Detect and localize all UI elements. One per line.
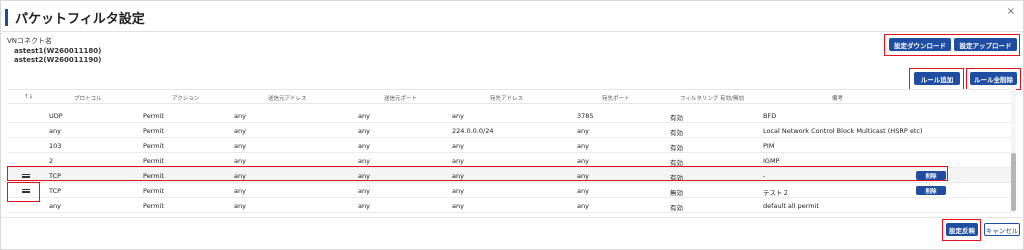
add-rule-button[interactable]: ルール追加 bbox=[914, 72, 960, 85]
cell-src-port: any bbox=[358, 172, 370, 180]
vn-connect-item: astest1(W260011180) bbox=[14, 46, 102, 55]
vn-connect-info: VNコネクト名 astest1(W260011180) astest2(W260… bbox=[7, 37, 101, 66]
header-dst-address: 宛先アドレス bbox=[490, 96, 524, 102]
cell-note: Local Network Control Block Multicast (H… bbox=[763, 127, 923, 135]
table-row: UDP Permit any any any 3785 有効 BFD bbox=[8, 108, 1014, 123]
header-protocol: プロトコル bbox=[74, 96, 102, 102]
title-accent-bar bbox=[5, 8, 8, 26]
header-src-address: 送信元アドレス bbox=[268, 96, 307, 102]
table-scrollbar[interactable] bbox=[1011, 89, 1016, 213]
cell-src-port: any bbox=[358, 202, 370, 210]
cell-filtering: 有効 bbox=[670, 114, 683, 122]
cell-protocol: any bbox=[49, 202, 61, 210]
cell-dst-address: any bbox=[452, 187, 464, 195]
vn-connect-item: astest2(W260011190) bbox=[14, 56, 102, 64]
footer-divider bbox=[1, 217, 1024, 218]
cell-dst-address: any bbox=[452, 157, 464, 165]
table-row[interactable]: TCP Permit any any any any 有効 - 削除 bbox=[8, 168, 1014, 183]
cell-note: default all permit bbox=[763, 202, 819, 210]
cell-src-port: any bbox=[358, 127, 370, 135]
cell-note: IGMP bbox=[763, 157, 780, 165]
cell-action: Permit bbox=[143, 142, 164, 150]
table-row: any Permit any any any any 有効 default al… bbox=[8, 198, 1014, 213]
header-dst-port: 宛先ポート bbox=[602, 96, 630, 102]
header-divider bbox=[1, 31, 1024, 32]
cell-dst-address: any bbox=[452, 112, 464, 120]
cell-note: PIM bbox=[763, 142, 775, 150]
cancel-button[interactable]: キャンセル bbox=[984, 223, 1020, 236]
dialog-header: パケットフィルタ設定 bbox=[5, 8, 145, 27]
table-row: any Permit any any 224.0.0.0/24 any 有効 L… bbox=[8, 123, 1014, 138]
cell-dst-address: 224.0.0.0/24 bbox=[452, 127, 494, 135]
cell-action: Permit bbox=[143, 112, 164, 120]
table-row[interactable]: TCP Permit any any any any 無効 テスト２ 削除 bbox=[8, 183, 1014, 198]
table-row: 2 Permit any any any any 有効 IGMP bbox=[8, 153, 1014, 168]
cell-protocol: 2 bbox=[49, 157, 54, 165]
cell-src-port: any bbox=[358, 187, 370, 195]
cell-src-address: any bbox=[234, 172, 246, 180]
vn-connect-label: VNコネクト名 bbox=[7, 37, 53, 45]
cell-src-port: any bbox=[358, 112, 370, 120]
cell-protocol: any bbox=[49, 127, 61, 135]
cell-dst-address: any bbox=[452, 202, 464, 210]
cell-action: Permit bbox=[143, 187, 164, 195]
drag-handle-icon[interactable] bbox=[22, 174, 30, 178]
cell-filtering: 有効 bbox=[670, 174, 683, 182]
cell-filtering: 有効 bbox=[670, 159, 683, 167]
cell-dst-port: any bbox=[577, 202, 589, 210]
cell-dst-port: any bbox=[577, 172, 589, 180]
dialog-title: パケットフィルタ設定 bbox=[15, 11, 145, 27]
cell-protocol: TCP bbox=[49, 172, 62, 180]
cell-src-address: any bbox=[234, 142, 246, 150]
delete-all-rules-button[interactable]: ルール全削除 bbox=[970, 72, 1017, 85]
sort-header[interactable]: ↑↓ bbox=[24, 94, 33, 100]
cell-src-address: any bbox=[234, 157, 246, 165]
close-icon[interactable]: × bbox=[1007, 6, 1015, 17]
settings-upload-button[interactable]: 設定アップロード bbox=[954, 38, 1017, 51]
cell-dst-port: any bbox=[577, 187, 589, 195]
cell-action: Permit bbox=[143, 157, 164, 165]
cell-filtering: 有効 bbox=[670, 144, 683, 152]
rules-table: ↑↓ プロトコル アクション 送信元アドレス 送信元ポート 宛先アドレス 宛先ポ… bbox=[8, 89, 1014, 213]
cell-protocol: TCP bbox=[49, 187, 62, 195]
cell-dst-address: any bbox=[452, 172, 464, 180]
delete-rule-button[interactable]: 削除 bbox=[916, 171, 946, 180]
cell-src-port: any bbox=[358, 157, 370, 165]
cell-filtering: 有効 bbox=[670, 204, 683, 212]
cell-src-port: any bbox=[358, 142, 370, 150]
settings-download-button[interactable]: 設定ダウンロード bbox=[889, 38, 951, 51]
cell-action: Permit bbox=[143, 172, 164, 180]
cell-src-address: any bbox=[234, 127, 246, 135]
header-note: 備考 bbox=[832, 96, 844, 102]
apply-settings-button[interactable]: 設定反映 bbox=[946, 223, 978, 236]
cell-note: BFD bbox=[763, 112, 777, 120]
cell-dst-port: any bbox=[577, 127, 589, 135]
cell-note: テスト２ bbox=[763, 189, 789, 197]
cell-protocol: 103 bbox=[49, 142, 62, 150]
delete-rule-button[interactable]: 削除 bbox=[916, 186, 946, 195]
drag-handle-icon[interactable] bbox=[22, 189, 30, 193]
cell-src-address: any bbox=[234, 202, 246, 210]
cell-src-address: any bbox=[234, 112, 246, 120]
cell-action: Permit bbox=[143, 202, 164, 210]
cell-dst-address: any bbox=[452, 142, 464, 150]
cell-dst-port: any bbox=[577, 142, 589, 150]
table-row: 103 Permit any any any any 有効 PIM bbox=[8, 138, 1014, 153]
header-action: アクション bbox=[172, 96, 200, 102]
header-filtering: フィルタリング 有効/無効 bbox=[680, 96, 744, 102]
cell-action: Permit bbox=[143, 127, 164, 135]
cell-protocol: UDP bbox=[49, 112, 63, 120]
cell-dst-port: 3785 bbox=[577, 112, 594, 120]
cell-note: - bbox=[763, 172, 766, 180]
cell-src-address: any bbox=[234, 187, 246, 195]
packet-filter-dialog: パケットフィルタ設定 × VNコネクト名 astest1(W260011180)… bbox=[0, 0, 1024, 250]
cell-filtering: 有効 bbox=[670, 129, 683, 137]
header-src-port: 送信元ポート bbox=[384, 96, 418, 102]
table-header: ↑↓ プロトコル アクション 送信元アドレス 送信元ポート 宛先アドレス 宛先ポ… bbox=[8, 89, 1014, 104]
cell-filtering: 無効 bbox=[670, 189, 683, 197]
scrollbar-thumb[interactable] bbox=[1011, 153, 1016, 211]
cell-dst-port: any bbox=[577, 157, 589, 165]
